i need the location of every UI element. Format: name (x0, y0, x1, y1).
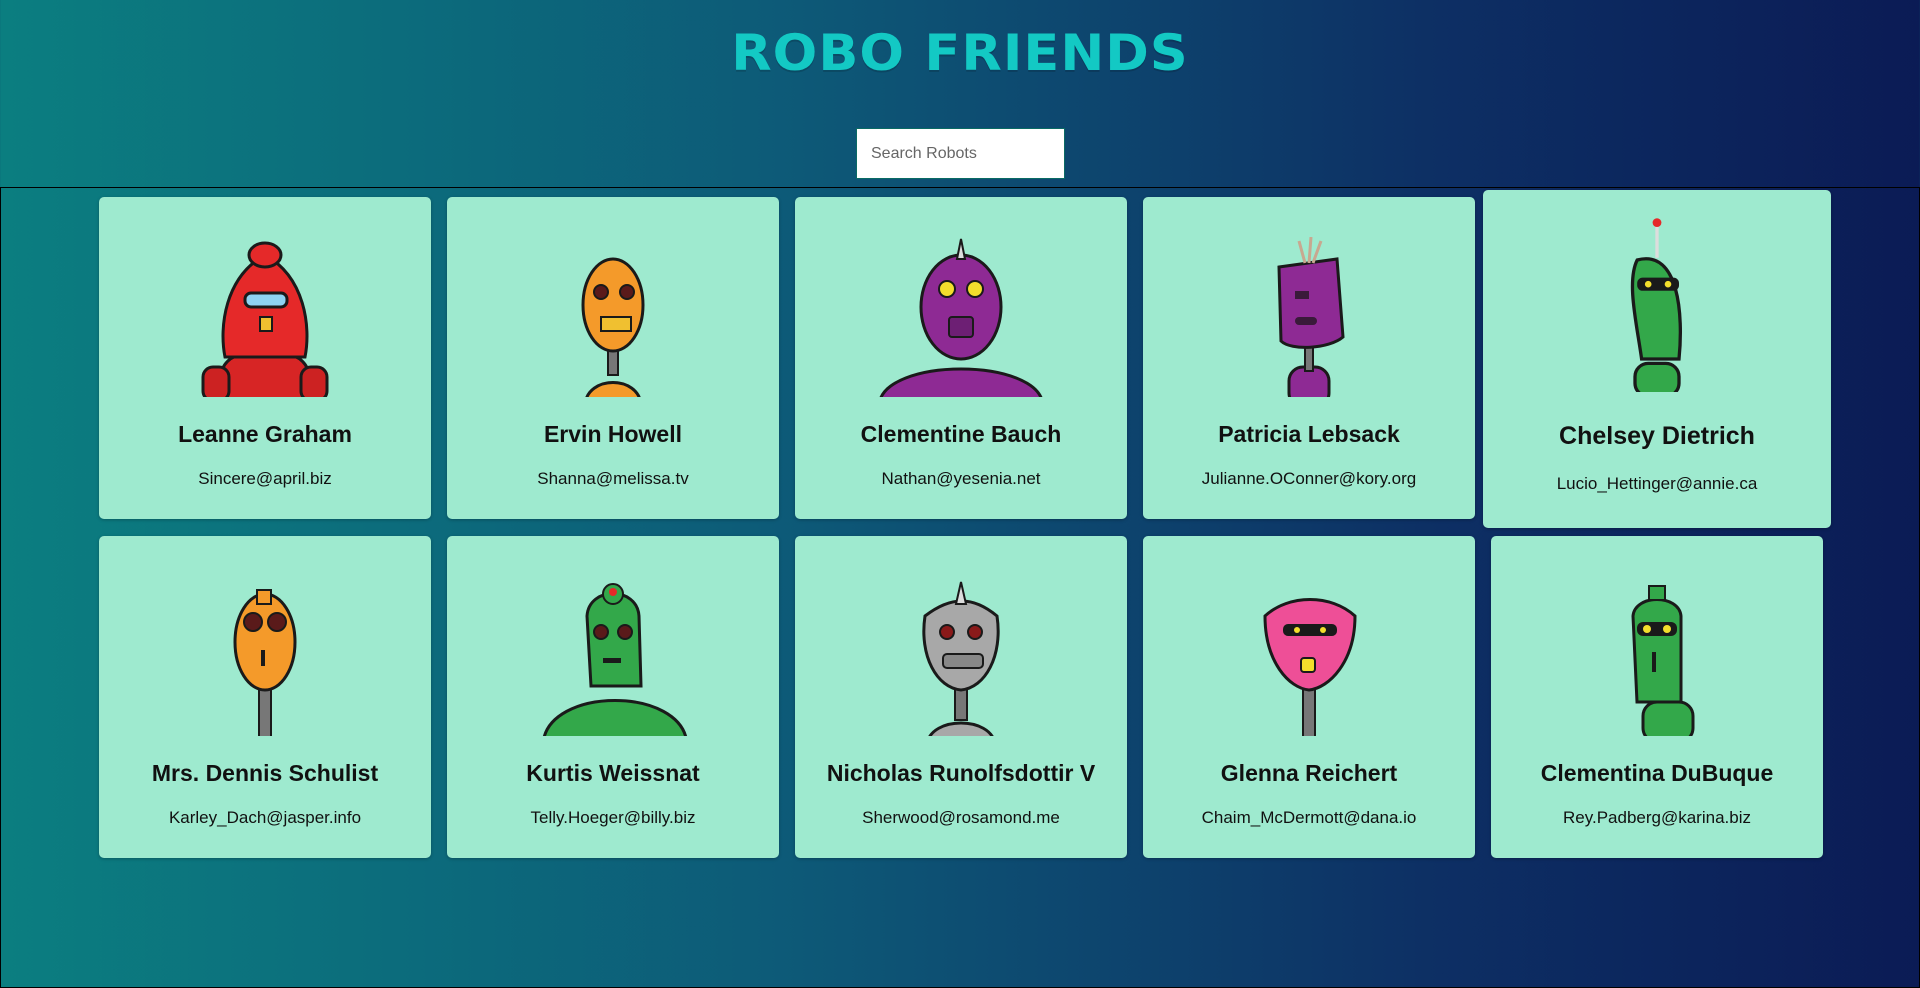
robot-name: Chelsey Dietrich (1559, 422, 1755, 450)
robot-card-glenna-reichert[interactable]: Glenna Reichert Chaim_McDermott@dana.io (1143, 536, 1475, 858)
robot-name: Mrs. Dennis Schulist (151, 760, 379, 786)
robot-avatar-image (1547, 216, 1767, 392)
robot-avatar-image (513, 576, 713, 736)
robot-email: Sincere@april.biz (198, 469, 332, 488)
robot-card-nicholas-runolfsdottir-v[interactable]: Nicholas Runolfsdottir V Sherwood@rosamo… (795, 536, 1127, 858)
robot-name: Clementine Bauch (860, 421, 1062, 447)
robot-avatar-image (861, 237, 1061, 397)
robot-avatar-image (165, 576, 365, 736)
robot-email: Julianne.OConner@kory.org (1201, 469, 1417, 488)
robot-avatar-image (1209, 237, 1409, 397)
robot-name: Glenna Reichert (1220, 760, 1398, 786)
robot-email: Rey.Padberg@karina.biz (1563, 808, 1751, 827)
robot-email: Lucio_Hettinger@annie.ca (1556, 474, 1758, 493)
robot-email: Shanna@melissa.tv (537, 469, 689, 488)
robot-card-patricia-lebsack[interactable]: Patricia Lebsack Julianne.OConner@kory.o… (1143, 197, 1475, 519)
robot-card-mrs-dennis-schulist[interactable]: Mrs. Dennis Schulist Karley_Dach@jasper.… (99, 536, 431, 858)
robot-email: Nathan@yesenia.net (881, 469, 1041, 488)
robot-card-chelsey-dietrich[interactable]: Chelsey Dietrich Lucio_Hettinger@annie.c… (1483, 190, 1831, 528)
app-title: ROBO FRIENDS (731, 24, 1189, 82)
robot-avatar-image (861, 576, 1061, 736)
robot-avatar-image (165, 237, 365, 397)
search-input[interactable] (856, 128, 1065, 179)
robot-card-ervin-howell[interactable]: Ervin Howell Shanna@melissa.tv (447, 197, 779, 519)
robot-avatar-image (1557, 576, 1757, 736)
robot-email: Chaim_McDermott@dana.io (1201, 808, 1417, 827)
robot-name: Ervin Howell (543, 421, 683, 447)
robot-card-clementina-dubuque[interactable]: Clementina DuBuque Rey.Padberg@karina.bi… (1491, 536, 1823, 858)
robot-card-clementine-bauch[interactable]: Clementine Bauch Nathan@yesenia.net (795, 197, 1127, 519)
robot-avatar-image (1209, 576, 1409, 736)
robot-card-leanne-graham[interactable]: Leanne Graham Sincere@april.biz (99, 197, 431, 519)
robot-name: Clementina DuBuque (1540, 760, 1774, 786)
robot-name: Kurtis Weissnat (526, 760, 700, 786)
robot-email: Karley_Dach@jasper.info (168, 808, 362, 827)
robot-name: Nicholas Runolfsdottir V (826, 760, 1096, 786)
card-list-scroll-area[interactable]: Leanne Graham Sincere@april.biz Ervin Ho… (0, 187, 1920, 988)
robot-email: Sherwood@rosamond.me (862, 808, 1060, 827)
robot-name: Patricia Lebsack (1218, 421, 1400, 447)
robot-name: Leanne Graham (178, 421, 352, 447)
robot-card-kurtis-weissnat[interactable]: Kurtis Weissnat Telly.Hoeger@billy.biz (447, 536, 779, 858)
robot-email: Telly.Hoeger@billy.biz (530, 808, 696, 827)
robot-avatar-image (513, 237, 713, 397)
